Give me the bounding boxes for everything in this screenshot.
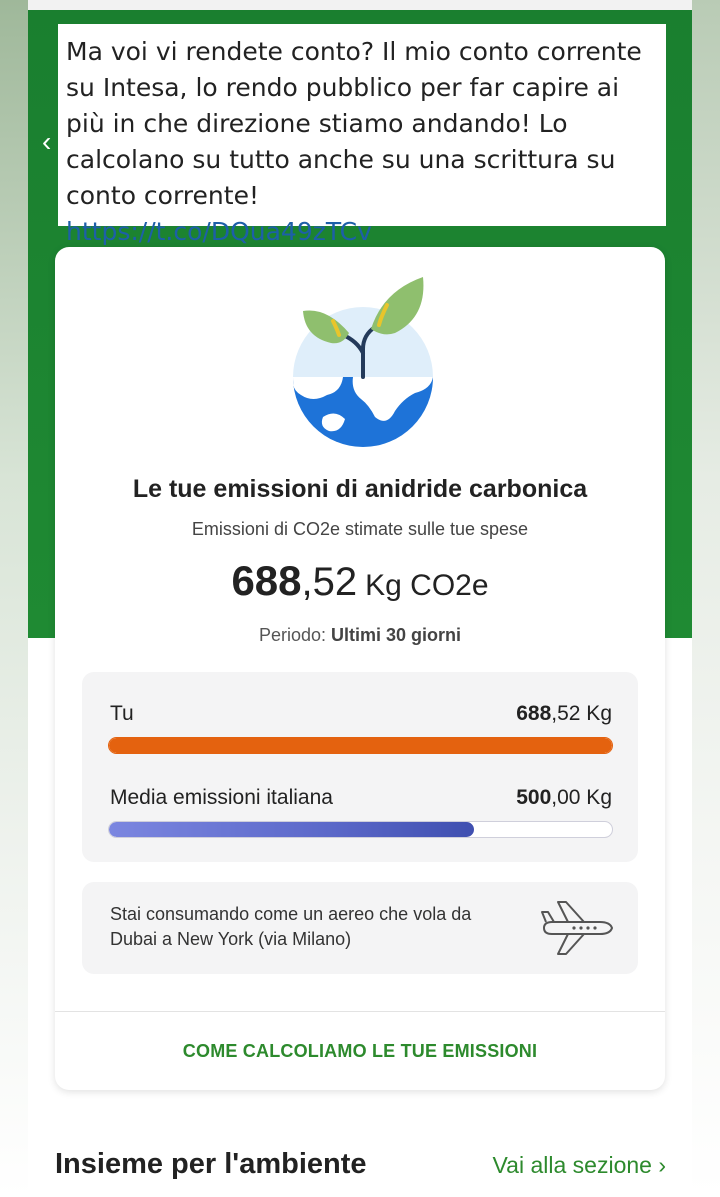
airplane-icon (541, 901, 614, 955)
italy-avg-value-integer: 500 (516, 786, 552, 809)
card-title: Le tue emissioni di anidride carbonica (132, 475, 588, 503)
you-value: 688,52 Kg (516, 702, 612, 726)
you-bar (108, 737, 613, 754)
total-emissions-integer: 688 (231, 557, 302, 604)
app-screen: ‹ Ma voi vi rendete conto? Il mio conto … (28, 10, 692, 1197)
you-value-decimal: ,52 Kg (551, 702, 612, 725)
card-divider (55, 1011, 665, 1012)
tweet-link[interactable]: https://t.co/DQua49zTCv (66, 217, 372, 246)
you-value-integer: 688 (516, 702, 552, 725)
period-value: Ultimi 30 giorni (331, 625, 462, 645)
italy-avg-bar (108, 821, 613, 838)
comparison-box: Tu 688,52 Kg Media emissioni italiana 50… (82, 672, 638, 862)
tweet-caption: Ma voi vi rendete conto? Il mio conto co… (58, 24, 666, 246)
total-emissions-unit: Kg CO2e (365, 569, 489, 602)
total-emissions-decimal: ,52 (301, 560, 358, 604)
italy-avg-value-decimal: ,00 Kg (551, 786, 612, 809)
plant-globe-icon (293, 277, 433, 447)
tweet-text: Ma voi vi rendete conto? Il mio conto co… (66, 37, 642, 210)
back-chevron-icon[interactable]: ‹ (42, 128, 51, 156)
how-we-calculate-link[interactable]: COME CALCOLIAMO LE TUE EMISSIONI (55, 1041, 665, 1062)
you-bar-fill (109, 738, 612, 753)
emissions-card: Le tue emissioni di anidride carbonica E… (55, 247, 665, 1090)
period: Periodo: Ultimi 30 giorni (55, 625, 665, 646)
equivalence-text: Stai consumando come un aereo che vola d… (110, 904, 472, 949)
italy-avg-bar-fill (109, 822, 475, 837)
go-to-section-link[interactable]: Vai alla sezione › (493, 1152, 666, 1179)
you-label: Tu (110, 702, 134, 725)
background-right (692, 0, 720, 1197)
period-label: Periodo: (258, 625, 326, 645)
total-emissions: 688,52 Kg CO2e (55, 557, 665, 605)
equivalence-box: Stai consumando come un aereo che vola d… (82, 882, 638, 974)
italy-avg-label: Media emissioni italiana (110, 786, 333, 809)
background-left (0, 0, 28, 1197)
italy-avg-value: 500,00 Kg (516, 786, 612, 810)
card-subtitle: Emissioni di CO2e stimate sulle tue spes… (191, 519, 529, 539)
section-title: Insieme per l'ambiente (55, 1148, 367, 1180)
top-strip (0, 0, 720, 10)
